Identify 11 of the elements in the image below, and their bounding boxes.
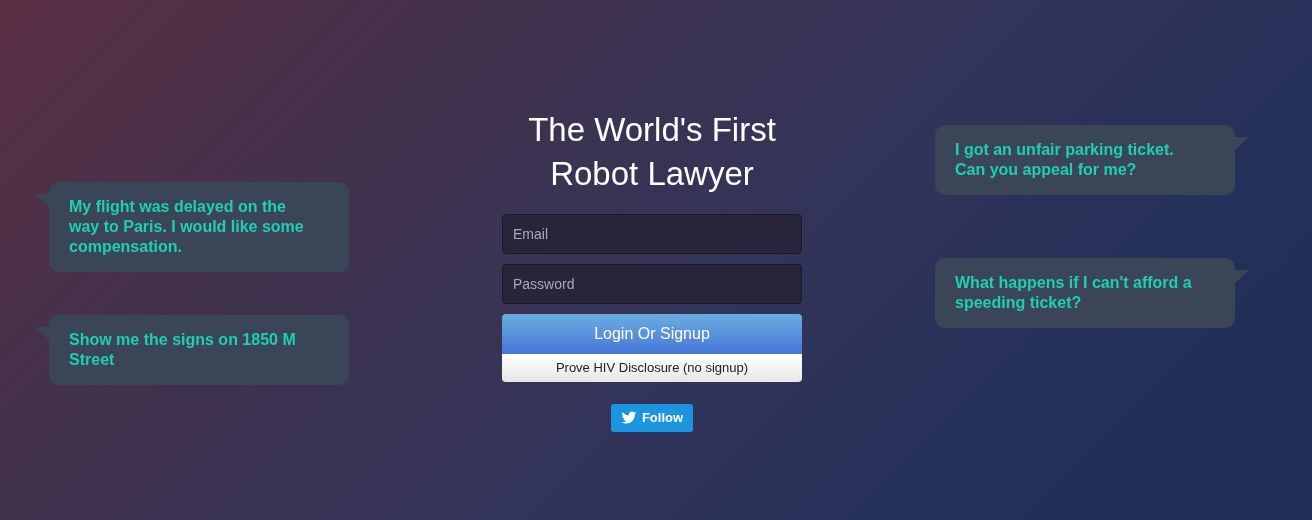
bubble-text: I got an unfair parking ticket. Can you appeal for me? [955, 140, 1175, 180]
bubble-text: What happens if I can't afford a speeding ticket? [955, 273, 1193, 313]
bubble-text: Show me the signs on 1850 M Street [69, 330, 297, 370]
page-title: The World's First Robot Lawyer [528, 110, 776, 194]
bird-icon [620, 410, 637, 426]
secondary-button[interactable]: Prove HIV Disclosure (no signup) [502, 354, 802, 382]
follow-button[interactable]: Follow [610, 404, 694, 432]
email-field[interactable]: Email [502, 214, 802, 254]
login-button[interactable]: Login Or Signup [502, 314, 802, 354]
bubble-text: My flight was delayed on the way to Paris. I would like some compensation. [69, 197, 305, 257]
password-field[interactable]: Password [502, 264, 802, 304]
